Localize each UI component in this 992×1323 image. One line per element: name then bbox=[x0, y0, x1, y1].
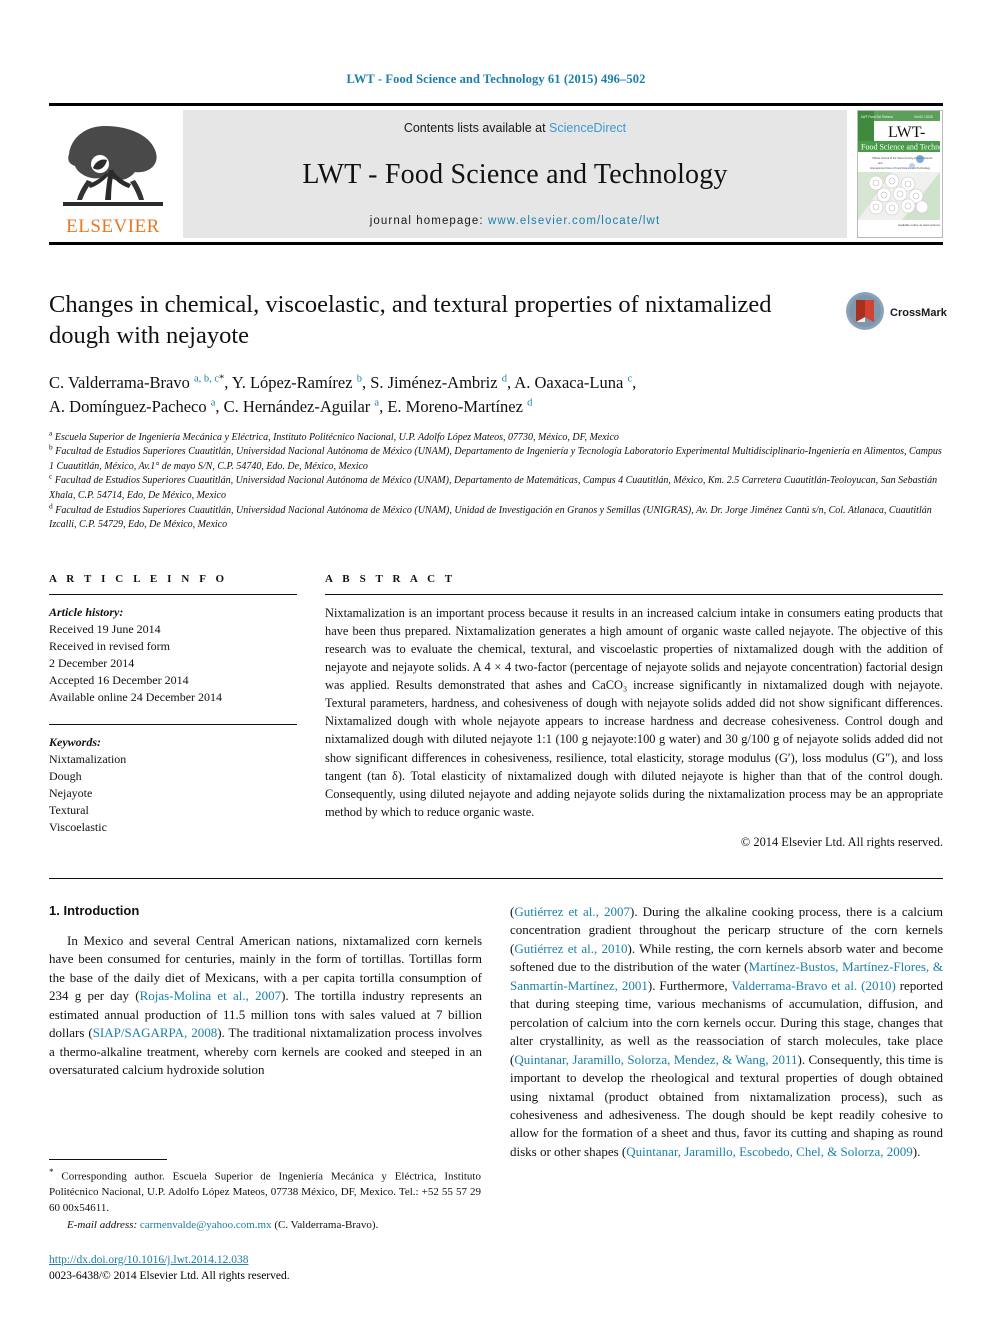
issn-copyright-line: 0023-6438/© 2014 Elsevier Ltd. All right… bbox=[49, 1270, 290, 1283]
running-head: LWT - Food Science and Technology 61 (20… bbox=[346, 72, 646, 86]
journal-cover-thumbnail: LWT Food Sci Technol Vol 61 / 2015 LWT- … bbox=[857, 110, 943, 238]
affiliation-marker-c: c bbox=[49, 471, 53, 481]
body-column-right: (Gutiérrez et al., 2007). During the alk… bbox=[510, 903, 943, 1161]
email-link[interactable]: carmenvalde@yahoo.com.mx bbox=[140, 1219, 272, 1231]
journal-masthead: ELSEVIER Contents lists available at Sci… bbox=[49, 106, 943, 242]
keyword-item: Nixtamalization bbox=[49, 751, 127, 766]
affiliation-marker-d: d bbox=[49, 501, 53, 511]
contents-prefix: Contents lists available at bbox=[403, 121, 550, 135]
keywords-label: Keywords: bbox=[49, 734, 101, 749]
article-info-heading: A R T I C L E I N F O bbox=[49, 572, 228, 585]
history-item: 2 December 2014 bbox=[49, 655, 135, 670]
crossmark-label: CrossMark bbox=[890, 307, 947, 319]
affiliation-marker-a: a bbox=[49, 428, 53, 438]
journal-homepage-line: journal homepage: www.elsevier.com/locat… bbox=[370, 215, 661, 227]
body-column-left: 1. Introduction In Mexico and several Ce… bbox=[49, 903, 482, 1161]
contents-lists-line: Contents lists available at ScienceDirec… bbox=[404, 121, 626, 135]
svg-text:LWT-: LWT- bbox=[888, 124, 925, 141]
keywords-rule bbox=[49, 723, 297, 725]
doi-block: http://dx.doi.org/10.1016/j.lwt.2014.12.… bbox=[49, 1252, 481, 1285]
svg-text:Food Science and Technology: Food Science and Technology bbox=[861, 143, 940, 152]
svg-text:and: and bbox=[878, 161, 883, 165]
sciencedirect-link[interactable]: ScienceDirect bbox=[549, 121, 626, 135]
abstract-text: Nixtamalization is an important process … bbox=[325, 605, 943, 819]
abstract-heading: A B S T R A C T bbox=[325, 572, 456, 585]
masthead-center: Contents lists available at ScienceDirec… bbox=[183, 110, 847, 238]
affiliations: a Escuela Superior de Ingeniería Mecánic… bbox=[49, 428, 943, 533]
email-note: E-mail address: carmenvalde@yahoo.com.mx… bbox=[49, 1218, 481, 1233]
affiliation-c: c Facultad de Estudios Superiores Cuauti… bbox=[49, 471, 943, 503]
article-info-column: A R T I C L E I N F O Article history: R… bbox=[49, 573, 297, 850]
abstract-rule bbox=[325, 593, 943, 595]
corresponding-author-note: * Corresponding author. Escuela Superior… bbox=[49, 1167, 481, 1214]
affiliation-text-d: Facultad de Estudios Superiores Cuautitl… bbox=[49, 504, 932, 531]
keyword-item: Dough bbox=[49, 768, 82, 783]
article-history-group: Article history: Received 19 June 2014 R… bbox=[49, 604, 297, 706]
introduction-paragraph-right: (Gutiérrez et al., 2007). During the alk… bbox=[510, 904, 944, 1159]
affiliation-marker-b: b bbox=[49, 442, 53, 452]
body-columns: 1. Introduction In Mexico and several Ce… bbox=[49, 903, 943, 1161]
affiliation-d: d Facultad de Estudios Superiores Cuauti… bbox=[49, 501, 943, 533]
affiliation-text-a: Escuela Superior de Ingeniería Mecánica … bbox=[54, 431, 619, 443]
page-title: Changes in chemical, viscoelastic, and t… bbox=[49, 291, 772, 350]
svg-text:International Union of Food Sc: International Union of Food Science and … bbox=[870, 166, 931, 170]
author-line-1: C. Valderrama-Bravo a, b, c*, Y. López-R… bbox=[49, 372, 637, 392]
keywords-group: Keywords: Nixtamalization Dough Nejayote… bbox=[49, 734, 297, 836]
homepage-prefix: journal homepage: bbox=[369, 215, 489, 227]
keyword-item: Nejayote bbox=[49, 785, 93, 800]
affiliation-text-c: Facultad de Estudios Superiores Cuautitl… bbox=[49, 475, 938, 501]
abstract-column: A B S T R A C T Nixtamalization is an im… bbox=[325, 573, 943, 850]
elsevier-tree-icon bbox=[57, 120, 169, 216]
author-line-2: A. Domínguez-Pacheco a, C. Hernández-Agu… bbox=[49, 397, 533, 417]
elsevier-logo: ELSEVIER bbox=[49, 110, 177, 238]
title-block: Changes in chemical, viscoelastic, and t… bbox=[49, 245, 947, 533]
abstract-copyright: © 2014 Elsevier Ltd. All rights reserved… bbox=[740, 835, 943, 849]
crossmark-badge[interactable]: CrossMark bbox=[845, 287, 947, 339]
affiliation-text-b: Facultad de Estudios Superiores Cuautitl… bbox=[49, 446, 942, 472]
introduction-paragraph-left: In Mexico and several Central American n… bbox=[49, 933, 483, 1078]
email-label: E-mail address: bbox=[67, 1219, 138, 1232]
crossmark-icon bbox=[845, 291, 885, 336]
journal-title: LWT - Food Science and Technology bbox=[302, 159, 728, 190]
history-item: Received in revised form bbox=[49, 638, 170, 653]
affiliation-a: a Escuela Superior de Ingeniería Mecánic… bbox=[49, 428, 943, 446]
article-history-label: Article history: bbox=[49, 604, 124, 619]
keyword-item: Textural bbox=[49, 803, 89, 817]
svg-text:LWT Food Sci Technol: LWT Food Sci Technol bbox=[861, 115, 893, 119]
homepage-url-link[interactable]: www.elsevier.com/locate/lwt bbox=[488, 215, 660, 227]
introduction-heading: 1. Introduction bbox=[49, 903, 140, 918]
svg-text:Vol 61 / 2015: Vol 61 / 2015 bbox=[914, 115, 933, 119]
history-item: Received 19 June 2014 bbox=[49, 621, 161, 636]
article-info-rule bbox=[49, 593, 297, 595]
footnote-rule bbox=[49, 1159, 167, 1161]
history-item: Available online 24 December 2014 bbox=[49, 689, 223, 704]
history-item: Accepted 16 December 2014 bbox=[49, 672, 189, 687]
affiliation-b: b Facultad de Estudios Superiores Cuauti… bbox=[49, 442, 943, 474]
keyword-item: Viscoelastic bbox=[49, 820, 107, 835]
info-abstract-section: A R T I C L E I N F O Article history: R… bbox=[49, 573, 943, 850]
paper-page: LWT - Food Science and Technology 61 (20… bbox=[0, 0, 992, 1323]
body-separator-rule bbox=[49, 878, 943, 879]
email-owner: (C. Valderrama-Bravo). bbox=[274, 1219, 379, 1232]
elsevier-wordmark: ELSEVIER bbox=[66, 216, 160, 237]
footnote-area: * Corresponding author. Escuela Superior… bbox=[49, 1159, 481, 1285]
svg-text:available online at www.scienc: available online at www.sciencedirect.co… bbox=[898, 223, 940, 227]
author-list: C. Valderrama-Bravo a, b, c*, Y. López-R… bbox=[49, 371, 943, 420]
doi-link[interactable]: http://dx.doi.org/10.1016/j.lwt.2014.12.… bbox=[49, 1254, 248, 1266]
